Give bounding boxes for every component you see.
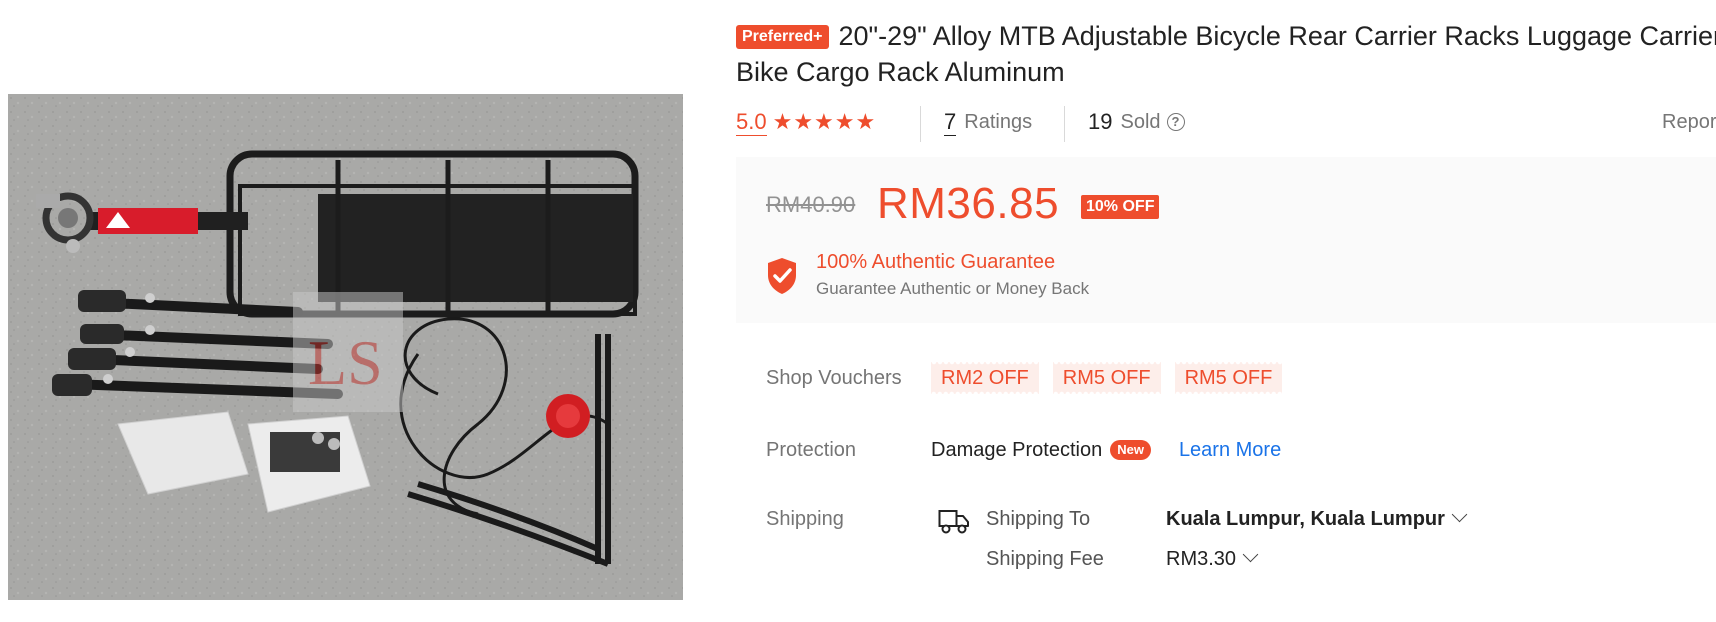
ratings-count[interactable]: 7 Ratings xyxy=(944,104,1032,140)
voucher-chip[interactable]: RM5 OFF xyxy=(1052,362,1161,394)
guarantee-title: 100% Authentic Guarantee xyxy=(816,251,1056,273)
voucher-chip[interactable]: RM2 OFF xyxy=(931,362,1039,394)
current-price: RM36.85 xyxy=(877,179,1060,228)
product-title: Preferred+ 20"-29" Alloy MTB Adjustable B… xyxy=(736,18,1716,90)
product-image[interactable]: LS xyxy=(8,94,683,600)
shipping-label: Shipping xyxy=(766,508,844,530)
voucher-chip[interactable]: RM5 OFF xyxy=(1174,362,1283,394)
report-link[interactable]: Report xyxy=(1662,104,1716,140)
truck-icon xyxy=(938,510,969,534)
ratings-label: Ratings xyxy=(964,110,1033,133)
shipping-fee-label: Shipping Fee xyxy=(986,548,1104,570)
rating-value: 5.0 xyxy=(736,108,767,136)
new-badge: New xyxy=(1110,440,1151,460)
shield-check-icon xyxy=(768,258,796,294)
discount-badge: 10% OFF xyxy=(1081,195,1160,219)
stats-divider xyxy=(1064,106,1065,142)
product-stats: 5.0 ★★★★★ 7 Ratings 19 Sold ? Report xyxy=(736,104,1716,142)
shipping-to-value: Kuala Lumpur, Kuala Lumpur xyxy=(1166,508,1445,530)
star-rating-icon: ★★★★★ xyxy=(772,109,877,134)
guarantee-subtitle: Guarantee Authentic or Money Back xyxy=(816,279,1090,298)
protection-row: Protection Damage Protection New Learn M… xyxy=(766,433,1716,467)
product-info: Preferred+ 20"-29" Alloy MTB Adjustable B… xyxy=(736,0,1716,622)
shop-vouchers-label: Shop Vouchers xyxy=(766,366,902,389)
help-icon[interactable]: ? xyxy=(1166,113,1185,131)
chevron-down-icon xyxy=(1242,546,1259,563)
shipping-fee-value: RM3.30 xyxy=(1166,548,1237,570)
sold-count: 19 Sold ? xyxy=(1088,104,1185,140)
shipping-fee-select[interactable]: RM3.30 xyxy=(1166,546,1259,571)
learn-more-link[interactable]: Learn More xyxy=(1179,439,1281,462)
chevron-down-icon xyxy=(1451,506,1468,523)
shipping-to-label: Shipping To xyxy=(986,508,1091,530)
protection-label: Protection xyxy=(766,438,857,461)
preferred-plus-badge: Preferred+ xyxy=(736,25,829,49)
original-price: RM40.90 xyxy=(766,192,856,217)
shop-vouchers-row: Shop Vouchers RM2 OFF RM5 OFF RM5 OFF xyxy=(766,361,1716,395)
ratings-count-value: 7 xyxy=(944,108,957,136)
damage-protection-text: Damage Protection xyxy=(931,438,1103,461)
price-section: RM40.90 RM36.85 10% OFF 100% Authentic G… xyxy=(736,157,1716,323)
sold-count-value: 19 xyxy=(1088,109,1113,134)
rating-summary[interactable]: 5.0 ★★★★★ xyxy=(736,104,876,140)
product-title-text: 20"-29" Alloy MTB Adjustable Bicycle Rea… xyxy=(736,21,1716,87)
sold-label: Sold xyxy=(1120,110,1161,133)
stats-divider xyxy=(920,106,921,142)
watermark-text: LS xyxy=(308,327,383,398)
shipping-to-select[interactable]: Kuala Lumpur, Kuala Lumpur xyxy=(1166,506,1468,531)
